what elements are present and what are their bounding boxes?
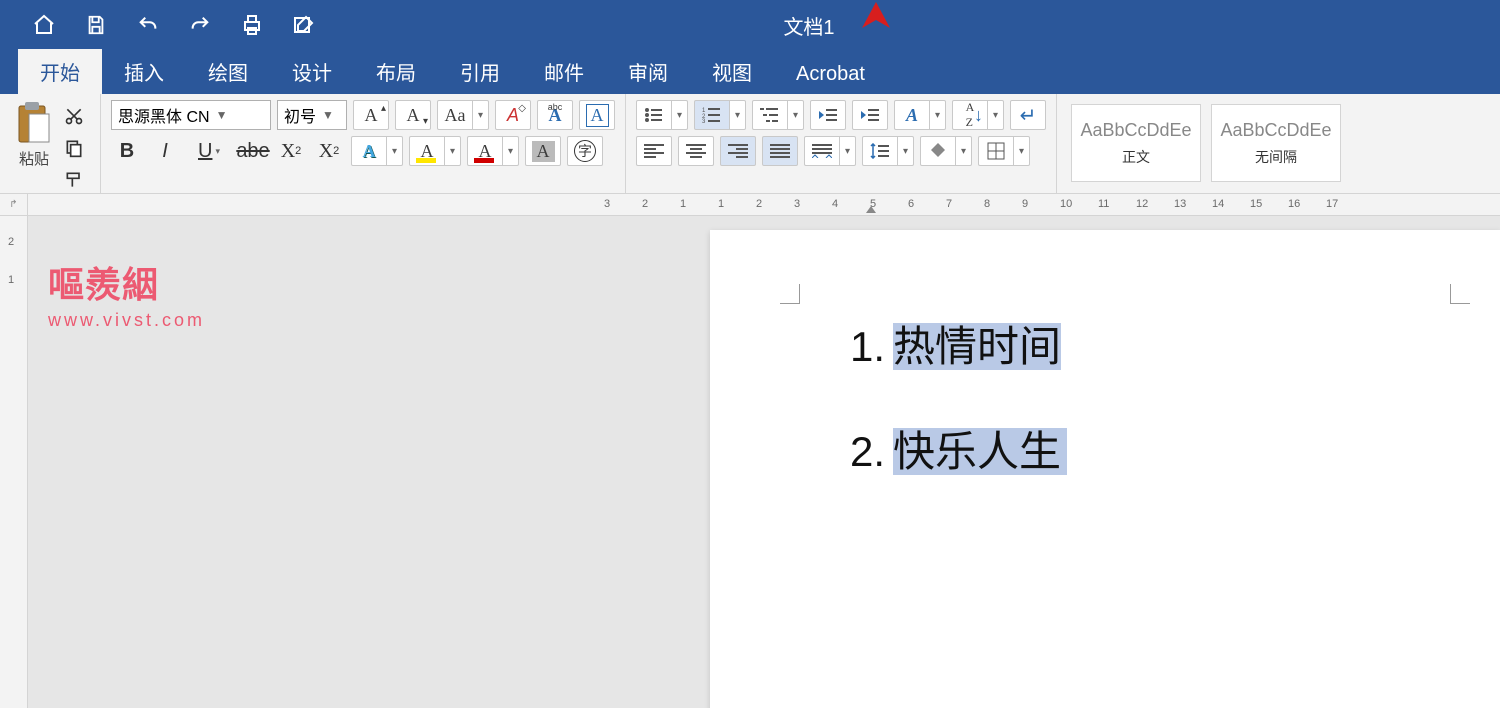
bullets-button[interactable]: ▾: [636, 100, 688, 130]
numbering-button[interactable]: 123 ▾: [694, 100, 746, 130]
quick-access-toolbar: [0, 11, 318, 39]
align-center-button[interactable]: [678, 136, 714, 166]
redo-icon[interactable]: [186, 11, 214, 39]
home-icon[interactable]: [30, 11, 58, 39]
ruler-corner: ↱: [0, 194, 28, 216]
group-font: 思源黑体 CN ▼ 初号 ▼ A▴ A▾ Aa▾ A◇ abcA A B I: [101, 94, 626, 193]
cut-icon[interactable]: [62, 104, 86, 128]
vertical-ruler[interactable]: 21: [0, 216, 28, 708]
bold-button[interactable]: B: [111, 136, 143, 166]
borders-button[interactable]: ▾: [978, 136, 1030, 166]
tab-design[interactable]: 设计: [270, 49, 354, 94]
enclose-characters-button[interactable]: 字: [567, 136, 603, 166]
font-size-value: 初号: [284, 103, 316, 127]
character-border-button[interactable]: A: [579, 100, 615, 130]
font-name-value: 思源黑体 CN: [118, 103, 210, 127]
highlight-button[interactable]: A▾: [409, 136, 461, 166]
watermark-text: 嘔羨絪: [48, 256, 205, 308]
tab-mailings[interactable]: 邮件: [522, 49, 606, 94]
chevron-down-icon: ▼: [216, 108, 228, 122]
shrink-font-button[interactable]: A▾: [395, 100, 431, 130]
list-number: 2.: [850, 428, 885, 475]
document-area[interactable]: 嘔羨絪 www.vivst.com 1.热情时间 2.快乐人生: [28, 216, 1500, 708]
list-item[interactable]: 2.快乐人生: [850, 425, 1067, 480]
group-clipboard: 粘贴: [0, 94, 101, 193]
ribbon: 粘贴 思源黑体 CN ▼ 初号 ▼: [0, 94, 1500, 194]
underline-button[interactable]: U▾: [187, 136, 231, 166]
align-left-button[interactable]: [636, 136, 672, 166]
change-case-button[interactable]: Aa▾: [437, 100, 489, 130]
page-content[interactable]: 1.热情时间 2.快乐人生: [850, 320, 1067, 529]
tab-acrobat[interactable]: Acrobat: [774, 55, 887, 94]
save-icon[interactable]: [82, 11, 110, 39]
font-color-button[interactable]: A▾: [467, 136, 519, 166]
decrease-indent-button[interactable]: [810, 100, 846, 130]
tab-view[interactable]: 视图: [690, 49, 774, 94]
copy-icon[interactable]: [62, 136, 86, 160]
phonetic-guide-button[interactable]: abcA: [537, 100, 573, 130]
clipboard-icon: [14, 100, 54, 146]
chevron-down-icon: ▼: [322, 108, 334, 122]
superscript-button[interactable]: X2: [313, 136, 345, 166]
grow-font-button[interactable]: A▴: [353, 100, 389, 130]
align-right-button[interactable]: [720, 136, 756, 166]
tab-home[interactable]: 开始: [18, 49, 102, 94]
group-paragraph: ▾ 123 ▾ ▾ A▾ AZ↓▾ ↵ ▾: [626, 94, 1057, 193]
group-styles: AaBbCcDdEe 正文 AaBbCcDdEe 无间隔: [1057, 94, 1355, 193]
shading-button[interactable]: ▾: [920, 136, 972, 166]
list-number: 1.: [850, 323, 885, 370]
margin-corner-tr: [1450, 284, 1470, 304]
style-no-spacing[interactable]: AaBbCcDdEe 无间隔: [1211, 104, 1341, 182]
style-name: 正文: [1122, 147, 1150, 167]
italic-button[interactable]: I: [149, 136, 181, 166]
style-name: 无间隔: [1255, 147, 1297, 167]
style-sample: AaBbCcDdEe: [1220, 120, 1331, 141]
tab-insert[interactable]: 插入: [102, 49, 186, 94]
title-bar: 文档1: [0, 0, 1500, 50]
paste-label: 粘贴: [19, 148, 49, 169]
style-normal[interactable]: AaBbCcDdEe 正文: [1071, 104, 1201, 182]
watermark: 嘔羨絪 www.vivst.com: [48, 256, 205, 331]
margin-corner-tl: [780, 284, 800, 304]
ribbon-tabs: 开始 插入 绘图 设计 布局 引用 邮件 审阅 视图 Acrobat: [0, 50, 1500, 94]
show-marks-button[interactable]: ↵: [1010, 100, 1046, 130]
paste-button[interactable]: 粘贴: [14, 100, 54, 169]
character-shading-button[interactable]: A: [525, 136, 561, 166]
subscript-button[interactable]: X2: [275, 136, 307, 166]
style-sample: AaBbCcDdEe: [1080, 120, 1191, 141]
list-text: 热情时间: [893, 323, 1061, 370]
tab-references[interactable]: 引用: [438, 49, 522, 94]
list-text: 快乐人生: [893, 428, 1067, 475]
multilevel-list-button[interactable]: ▾: [752, 100, 804, 130]
tab-draw[interactable]: 绘图: [186, 49, 270, 94]
clear-formatting-button[interactable]: A◇: [495, 100, 531, 130]
workspace: ↱ 3211234567891011121314151617 21 嘔羨絪 ww…: [0, 194, 1500, 708]
line-spacing-button[interactable]: ▾: [862, 136, 914, 166]
tab-layout[interactable]: 布局: [354, 49, 438, 94]
increase-indent-button[interactable]: [852, 100, 888, 130]
asian-layout-button[interactable]: A▾: [894, 100, 946, 130]
text-effects-button[interactable]: A▾: [351, 136, 403, 166]
list-item[interactable]: 1.热情时间: [850, 320, 1067, 375]
justify-button[interactable]: [762, 136, 798, 166]
font-name-combo[interactable]: 思源黑体 CN ▼: [111, 100, 271, 130]
strikethrough-button[interactable]: abe: [237, 136, 269, 166]
font-size-combo[interactable]: 初号 ▼: [277, 100, 347, 130]
distributed-button[interactable]: ▾: [804, 136, 856, 166]
tab-review[interactable]: 审阅: [606, 49, 690, 94]
document-title: 文档1: [318, 11, 1500, 40]
sort-button[interactable]: AZ↓▾: [952, 100, 1004, 130]
watermark-url: www.vivst.com: [48, 310, 205, 331]
edit-icon[interactable]: [290, 11, 318, 39]
horizontal-ruler[interactable]: 3211234567891011121314151617: [28, 194, 1500, 216]
undo-icon[interactable]: [134, 11, 162, 39]
format-painter-icon[interactable]: [62, 168, 86, 192]
print-icon[interactable]: [238, 11, 266, 39]
svg-text:3: 3: [702, 119, 706, 123]
page[interactable]: 1.热情时间 2.快乐人生: [710, 230, 1500, 708]
